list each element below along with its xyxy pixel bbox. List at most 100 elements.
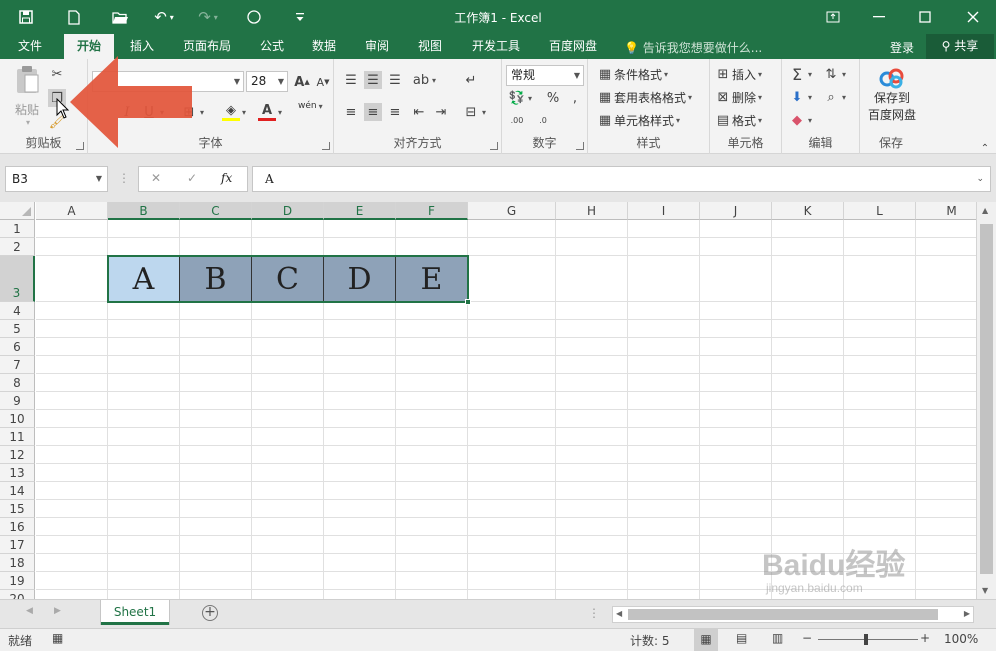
- horizontal-scrollbar[interactable]: ◀ ▶: [612, 606, 974, 623]
- percent-button[interactable]: %: [544, 89, 562, 107]
- row-header-16[interactable]: 16: [0, 518, 35, 536]
- conditional-format-button[interactable]: ▦ 条件格式 ▾: [596, 65, 668, 83]
- decrease-indent-button[interactable]: ⇤: [410, 103, 428, 121]
- font-name-combobox[interactable]: ▼: [92, 71, 244, 92]
- share-button[interactable]: ⚲ 共享: [926, 34, 994, 59]
- fill-color-button[interactable]: ◈ ▾: [222, 103, 246, 121]
- row-header-14[interactable]: 14: [0, 482, 35, 500]
- row-header-9[interactable]: 9: [0, 392, 35, 410]
- column-header-m[interactable]: M: [916, 202, 976, 220]
- column-header-k[interactable]: K: [772, 202, 844, 220]
- zoom-level[interactable]: 100%: [944, 632, 978, 646]
- scroll-left-icon[interactable]: ◀: [616, 609, 622, 618]
- scroll-up-icon[interactable]: ▲: [982, 206, 988, 215]
- number-format-combobox[interactable]: 常规 ▼: [506, 65, 584, 86]
- save-icon[interactable]: [14, 6, 38, 28]
- column-header-h[interactable]: H: [556, 202, 628, 220]
- macro-record-icon[interactable]: ▦: [52, 631, 63, 645]
- tab-formulas[interactable]: 公式: [250, 34, 294, 59]
- worksheet-grid[interactable]: A B C D E F G H I J K L M 1 2 3 4 5 6 7 8 9 10 11 12 13 14 15 16 17 18…: [0, 202, 976, 599]
- add-sheet-icon[interactable]: +: [202, 605, 218, 621]
- row-header-1[interactable]: 1: [0, 220, 35, 238]
- row-header-20[interactable]: 20: [0, 590, 35, 599]
- format-cells-button[interactable]: ▤ 格式 ▾: [714, 111, 762, 129]
- normal-view-icon[interactable]: ▦: [694, 629, 718, 651]
- ribbon-display-icon[interactable]: [810, 0, 856, 34]
- tab-home[interactable]: 开始: [64, 34, 114, 59]
- phonetic-button[interactable]: wén ▾: [298, 101, 323, 111]
- tab-split-grip-icon[interactable]: ⋮: [588, 606, 600, 620]
- number-launcher-icon[interactable]: [576, 142, 584, 150]
- sheet-tab-sheet1[interactable]: Sheet1: [101, 600, 169, 625]
- row-header-15[interactable]: 15: [0, 500, 35, 518]
- row-header-6[interactable]: 6: [0, 338, 35, 356]
- increase-font-button[interactable]: A ▲: [293, 73, 311, 91]
- find-select-button[interactable]: ⌕ ▾: [822, 88, 846, 106]
- column-header-g[interactable]: G: [468, 202, 556, 220]
- row-header-5[interactable]: 5: [0, 320, 35, 338]
- open-folder-icon[interactable]: [108, 6, 132, 28]
- zoom-slider-thumb[interactable]: [864, 634, 868, 645]
- scroll-down-icon[interactable]: ▼: [982, 586, 988, 595]
- align-bottom-button[interactable]: ☰: [386, 71, 404, 89]
- cut-button[interactable]: ✂: [48, 65, 66, 83]
- redo-icon[interactable]: ↷ ▾: [196, 6, 220, 28]
- align-left-button[interactable]: ≡: [342, 103, 360, 121]
- row-header-10[interactable]: 10: [0, 410, 35, 428]
- column-header-i[interactable]: I: [628, 202, 700, 220]
- vertical-scroll-thumb[interactable]: [980, 224, 993, 574]
- prev-sheet-icon[interactable]: ◀: [26, 606, 33, 616]
- next-sheet-icon[interactable]: ▶: [54, 606, 61, 616]
- align-top-button[interactable]: ☰: [342, 71, 360, 89]
- cell-styles-button[interactable]: ▦ 单元格样式 ▾: [596, 111, 680, 129]
- row-header-4[interactable]: 4: [0, 302, 35, 320]
- tab-page-layout[interactable]: 页面布局: [172, 34, 242, 59]
- login-link[interactable]: 登录: [890, 39, 914, 56]
- accounting-format-button[interactable]: 💱 ▾: [508, 89, 532, 107]
- autosum-button[interactable]: Σ ▾: [788, 65, 812, 84]
- page-layout-view-icon[interactable]: ▤: [736, 631, 747, 645]
- align-center-button[interactable]: ≡: [364, 103, 382, 121]
- zoom-slider[interactable]: [818, 639, 918, 640]
- circle-icon[interactable]: [242, 6, 266, 28]
- cell-c3[interactable]: B: [180, 256, 252, 302]
- column-header-a[interactable]: A: [36, 202, 108, 220]
- comma-style-button[interactable]: ,: [566, 89, 584, 107]
- row-header-13[interactable]: 13: [0, 464, 35, 482]
- clear-button[interactable]: ◆ ▾: [788, 111, 812, 129]
- tab-view[interactable]: 视图: [408, 34, 452, 59]
- zoom-out-icon[interactable]: −: [802, 631, 812, 645]
- undo-icon[interactable]: ↶ ▾: [152, 6, 176, 28]
- column-header-j[interactable]: J: [700, 202, 772, 220]
- column-header-d[interactable]: D: [252, 202, 324, 220]
- tab-review[interactable]: 审阅: [355, 34, 399, 59]
- minimize-icon[interactable]: [856, 0, 902, 34]
- row-header-11[interactable]: 11: [0, 428, 35, 446]
- tab-developer[interactable]: 开发工具: [462, 34, 530, 59]
- increase-indent-button[interactable]: ⇥: [432, 103, 450, 121]
- column-header-f[interactable]: F: [396, 202, 468, 220]
- wrap-text-button[interactable]: ↵: [462, 71, 480, 89]
- horizontal-scroll-thumb[interactable]: [628, 609, 938, 620]
- tab-insert[interactable]: 插入: [118, 34, 166, 59]
- clipboard-launcher-icon[interactable]: [76, 142, 84, 150]
- row-header-17[interactable]: 17: [0, 536, 35, 554]
- insert-cells-button[interactable]: ⊞ 插入 ▾: [714, 65, 762, 83]
- increase-decimal-button[interactable]: .00: [508, 111, 526, 129]
- scroll-right-icon[interactable]: ▶: [964, 609, 970, 618]
- decrease-decimal-button[interactable]: .0: [534, 111, 552, 129]
- decrease-font-button[interactable]: A ▼: [314, 73, 332, 91]
- fill-button[interactable]: ⬇ ▾: [788, 88, 812, 106]
- save-to-baidu-netdisk-button[interactable]: 保存到 百度网盘: [864, 67, 920, 123]
- cell-d3[interactable]: C: [252, 256, 324, 302]
- font-size-combobox[interactable]: 28 ▼: [246, 71, 288, 92]
- page-break-view-icon[interactable]: ▥: [772, 631, 783, 645]
- align-right-button[interactable]: ≡: [386, 103, 404, 121]
- cell-b3[interactable]: A: [108, 256, 180, 302]
- row-header-8[interactable]: 8: [0, 374, 35, 392]
- tell-me-box[interactable]: 💡 告诉我您想要做什么...: [624, 39, 762, 56]
- row-header-3[interactable]: 3: [0, 256, 35, 302]
- italic-button[interactable]: I: [118, 103, 136, 121]
- cell-f3[interactable]: E: [396, 256, 468, 302]
- name-box[interactable]: B3 ▼: [5, 166, 108, 192]
